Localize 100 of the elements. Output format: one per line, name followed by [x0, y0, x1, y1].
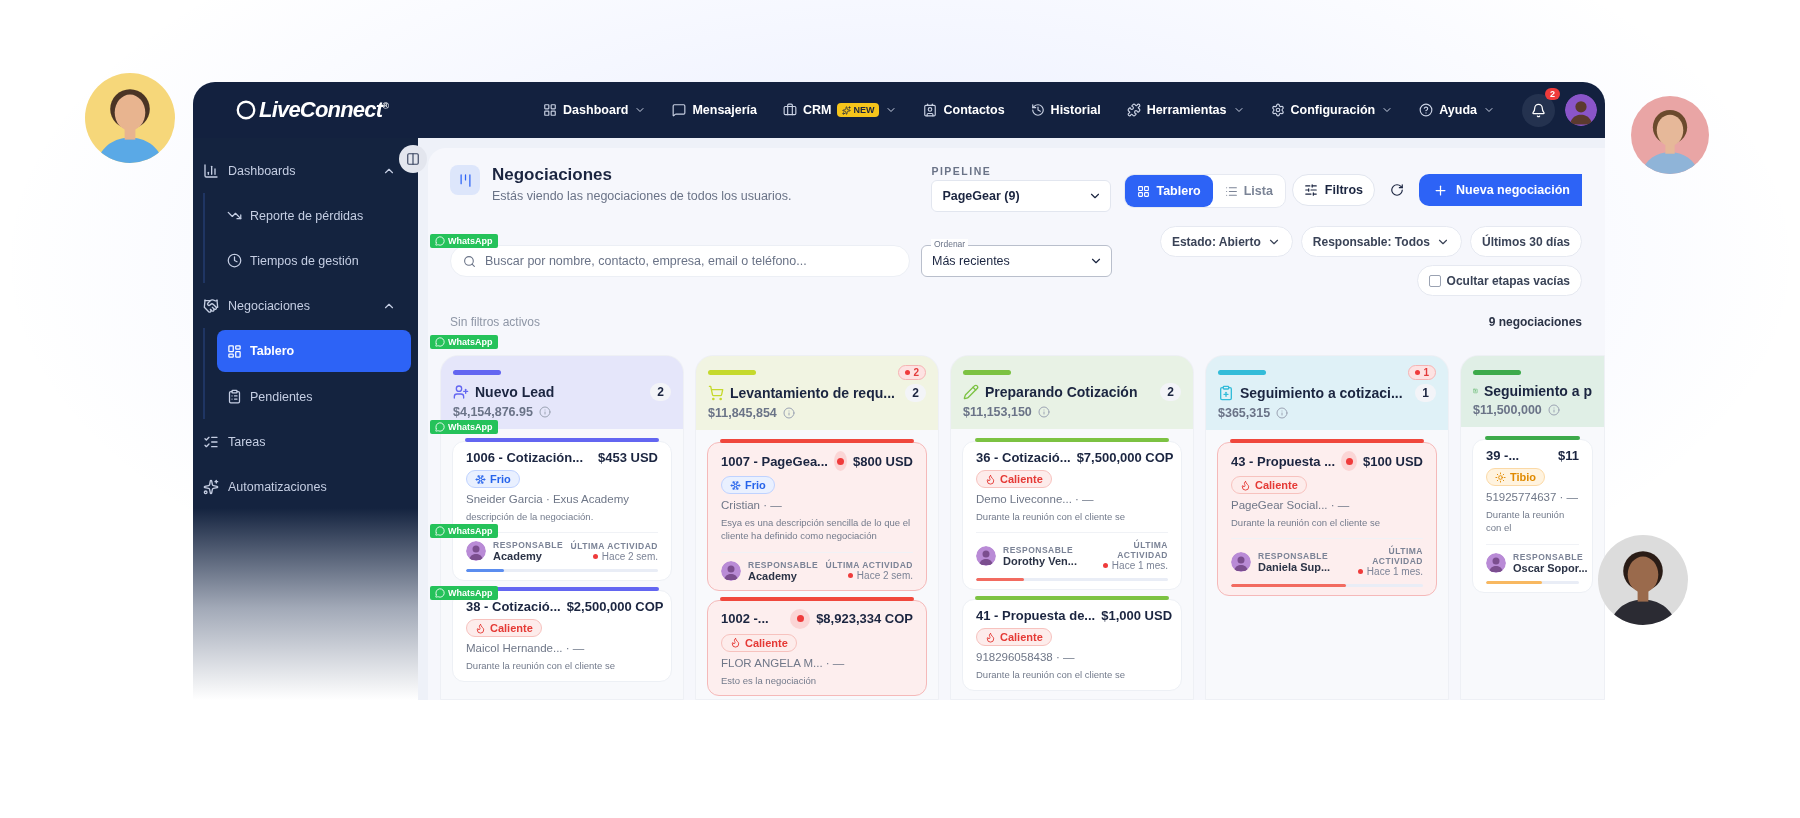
- view-tab[interactable]: Lista: [1212, 175, 1285, 207]
- deal-card[interactable]: 36 - Cotizació... $7,500,000 COP Caliente Demo Liveconne... · — Durante la reunión con el cliente se RESPONSABLE Dorothy Ven... ÚLTIMA ACTIVIDAD Hace 1 mes.: [962, 441, 1182, 591]
- help-icon: [1419, 103, 1434, 117]
- search-field[interactable]: Buscar por nombre, contacto, empresa, email o teléfono...: [450, 245, 910, 277]
- column-title: Seguimiento a cotizaci...: [1240, 385, 1403, 401]
- avatar: [976, 545, 996, 566]
- filter-chip[interactable]: Estado: Abierto: [1159, 226, 1293, 257]
- sidebar-item[interactable]: Negociaciones: [193, 283, 396, 328]
- filters-button[interactable]: Filtros: [1291, 174, 1376, 206]
- column-total: $11,153,150: [963, 405, 1032, 419]
- deal-title: 38 - Cotizació...: [466, 599, 561, 615]
- pencil-icon: [963, 384, 979, 400]
- deal-title: 41 - Propuesta de...: [976, 608, 1096, 624]
- snowflake-icon: [730, 479, 741, 491]
- sidebar-item[interactable]: Tareas: [193, 419, 396, 464]
- deal-card[interactable]: 43 - Propuesta ... $100 USD Caliente PageGear Social... · — Durante la reunión con el cliente se RESPONSABLE Daniela Sup... ÚLTIMA ACTIVIDAD Hace 1 mes.: [1217, 442, 1437, 597]
- plus-icon: [1433, 182, 1449, 198]
- flame-icon: [730, 637, 741, 649]
- column-total: $365,315: [1218, 406, 1271, 420]
- avatar: [1231, 551, 1251, 572]
- avatar: [1486, 552, 1506, 573]
- overdue-icon: [1341, 451, 1357, 471]
- info-icon: [538, 406, 551, 418]
- owner-label: RESPONSABLE: [1513, 551, 1585, 562]
- column-total: $4,154,876.95: [453, 405, 533, 419]
- chat-bubble-icon: [435, 422, 445, 432]
- list-icon: [1224, 184, 1238, 198]
- panel-icon: [406, 152, 420, 166]
- new-deal-button[interactable]: Nueva negociación: [1419, 174, 1582, 206]
- filter-chip[interactable]: Responsable: Todos: [1300, 226, 1462, 257]
- temperature-tag: Caliente: [976, 628, 1052, 647]
- column-total: $11,845,854: [708, 406, 777, 420]
- cart-icon: [708, 385, 724, 401]
- info-icon: [1547, 404, 1560, 416]
- sliders-icon: [1303, 183, 1318, 197]
- deal-description: Esya es una descripción sencilla de lo que el cliente ha definido como negociación: [721, 516, 912, 543]
- overdue-count: 2: [898, 365, 926, 380]
- sidebar-subitem[interactable]: Tablero: [217, 330, 411, 372]
- owner-label: RESPONSABLE: [1258, 550, 1330, 561]
- column-count: 1: [1415, 384, 1436, 402]
- nav-item[interactable]: Historial: [1030, 103, 1101, 117]
- avatar: [721, 560, 741, 581]
- owner-name: Oscar Sopor...: [1513, 561, 1588, 574]
- info-icon: [782, 407, 795, 419]
- sidebar-subitem[interactable]: Reporte de pérdidas: [217, 193, 411, 238]
- nav-item[interactable]: Contactos: [923, 103, 1005, 117]
- nav-item[interactable]: Ayuda: [1419, 103, 1495, 117]
- activity-time: Hace 2 sem.: [847, 570, 913, 582]
- owner-label: RESPONSABLE: [493, 540, 564, 551]
- deal-description: Esto es la negociación: [721, 673, 818, 687]
- collapse-sidebar-button[interactable]: [399, 145, 427, 173]
- chat-bubble-icon: [435, 236, 445, 246]
- deal-title: 39 -...: [1486, 448, 1520, 463]
- activity-time: Hace 1 mes.: [1357, 566, 1423, 578]
- puzzle-icon: [1126, 103, 1141, 117]
- sidebar-subitem[interactable]: Tiempos de gestión: [217, 238, 411, 283]
- kanban-icon: [450, 165, 480, 195]
- whatsapp-tag: WhatsApp: [430, 420, 498, 434]
- refresh-icon: [1390, 183, 1405, 197]
- notifications-button[interactable]: [1522, 93, 1555, 127]
- nav-item[interactable]: Dashboard: [543, 103, 647, 117]
- deal-card[interactable]: 1007 - PageGea... $800 USD Frio Cristian · — Esya es una descripción sencilla de lo que el cliente ha definido como negociación RESPONSABLE Academy ÚLTIMA ACTIVIDAD Hace 2 sem.: [707, 442, 927, 591]
- logo[interactable]: LiveConnect$^{®}$: [235, 97, 389, 123]
- deal-amount: $100 USD: [1363, 453, 1423, 469]
- sidebar-subitem[interactable]: Pendientes: [217, 374, 411, 419]
- activity-time: Hace 2 sem.: [592, 550, 658, 562]
- hide-empty-checkbox[interactable]: Ocultar etapas vacías: [1416, 265, 1582, 296]
- deal-title: 43 - Propuesta ...: [1231, 453, 1336, 469]
- overdue-count: 1: [1408, 365, 1436, 380]
- pipeline-select[interactable]: PageGear (9): [931, 180, 1112, 212]
- nav-item[interactable]: Herramientas: [1126, 103, 1245, 117]
- deal-amount: $11: [1558, 448, 1579, 463]
- owner-name: Academy: [493, 550, 543, 563]
- temperature-tag: Caliente: [976, 470, 1052, 488]
- deal-amount: $2,500,000 COP: [566, 599, 664, 615]
- sidebar-item[interactable]: Dashboards: [193, 148, 396, 193]
- owner-label: RESPONSABLE: [748, 559, 819, 570]
- deal-card[interactable]: 1002 -... $8,923,334 COP Caliente FLOR ANGELA M... · — Esto es la negociación: [707, 599, 927, 696]
- deal-title: 36 - Cotizació...: [976, 450, 1071, 465]
- contact-card-icon: [923, 103, 938, 117]
- dashboard-icon: [227, 343, 242, 359]
- nav-item[interactable]: CRM NEW: [783, 103, 898, 117]
- sidebar-item[interactable]: Automatizaciones: [193, 464, 396, 509]
- deal-contact: PageGear Social... · —: [1231, 499, 1351, 511]
- grid-icon: [1137, 184, 1151, 198]
- sparkles-icon: [203, 478, 219, 495]
- info-icon: [1276, 407, 1289, 419]
- deal-contact: 51925774637 · —: [1486, 491, 1579, 503]
- deal-card[interactable]: 41 - Propuesta de... $1,000 USD Caliente 918296058438 · — Durante la reunión con el cliente se: [962, 599, 1182, 691]
- flame-icon: [985, 473, 996, 485]
- nav-item[interactable]: Configuración: [1270, 103, 1394, 117]
- filter-chip[interactable]: Últimos 30 días: [1469, 226, 1582, 257]
- deal-description: Durante la reunión con el cliente se: [466, 659, 616, 673]
- deal-card[interactable]: 39 -... $11 Tibio 51925774637 · — Durante la reunión con el RESPONSABLE Oscar Sopor...: [1472, 439, 1593, 593]
- view-tab[interactable]: Tablero: [1125, 175, 1213, 207]
- owner-name: Dorothy Ven...: [1003, 554, 1077, 567]
- grid-icon: [543, 103, 558, 117]
- deal-contact: FLOR ANGELA M... · —: [721, 656, 846, 669]
- avatar: [466, 541, 486, 562]
- nav-item[interactable]: Mensajería: [672, 103, 757, 117]
